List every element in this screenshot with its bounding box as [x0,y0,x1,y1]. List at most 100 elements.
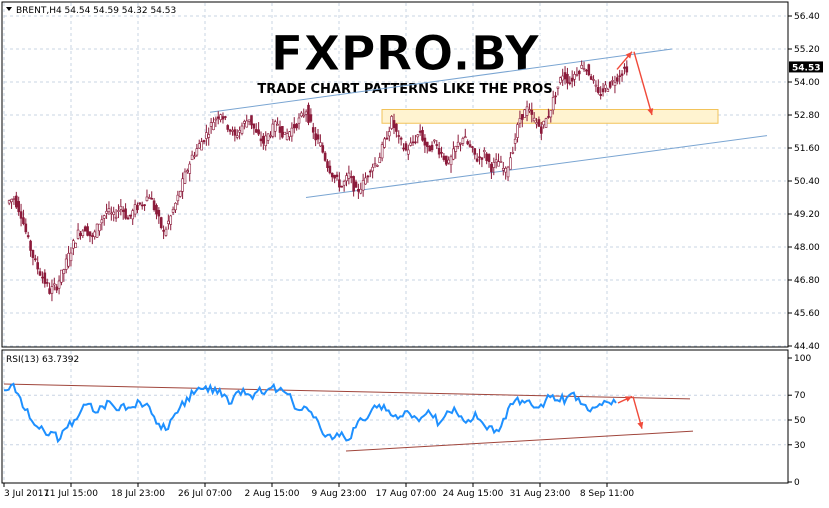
candle-body [428,145,431,152]
symbol-ohlc: BRENT,H4 54.54 54.59 54.32 54.53 [16,6,176,16]
candle-body [216,116,220,119]
candle-body [459,143,462,145]
candle-body [404,143,408,151]
candle-body [102,215,106,219]
candle-body [442,155,446,160]
price-tick-label: 51.60 [794,144,820,154]
candle-body [314,133,317,141]
candle-body [582,68,586,70]
candle-body [129,214,132,217]
candle-body [271,123,275,137]
candle-body [266,133,270,141]
candle-body [231,129,234,132]
candle-body [74,242,78,248]
candle-body [573,74,576,80]
candle-body [447,159,450,164]
candle-body [200,141,203,151]
candle-body [15,195,18,208]
candle-body [88,231,92,237]
candle-body [190,154,194,160]
candle-body [67,253,70,267]
candle-body [152,200,156,211]
candle-body [57,280,61,289]
candle-body [349,176,353,178]
candle-body [209,122,213,127]
candle-body [62,269,66,274]
rsi-tick-label: 30 [794,441,806,451]
candle-body [549,110,553,118]
candle-body [535,122,538,125]
price-tick-label: 46.80 [794,276,820,286]
candle-body [302,114,306,117]
candle-body [544,118,548,128]
candle-body [518,118,522,124]
candle-body [397,135,401,137]
candle-body [195,148,199,156]
candle-body [31,249,35,258]
candle-body [523,109,526,118]
current-price-tag: 54.53 [789,61,823,73]
candle-body [64,258,68,270]
candle-body [131,210,135,220]
candle-body [181,178,184,192]
candle-body [197,143,201,149]
candle-body [359,188,363,194]
candle-body [575,74,579,76]
candle-body [547,116,550,118]
candle-body [330,172,334,178]
candle-body [19,211,23,219]
candle-body [608,81,612,88]
candle-body [589,76,593,80]
candle-body [373,163,377,166]
candle-body [138,202,142,205]
candle-body [81,230,85,236]
candle-body [623,66,626,69]
candle-body [354,181,358,188]
candle-body [463,136,467,139]
candle-body [368,170,372,173]
candle-body [133,204,137,215]
candle-body [311,127,315,133]
candle-body [226,125,230,130]
candle-body [186,170,189,173]
candle-body [169,215,173,225]
candle-body [136,205,139,211]
candle-body [214,118,218,121]
candle-body [69,252,73,262]
candle-body [252,123,256,129]
candle-body [497,161,500,167]
candle-body [435,144,439,146]
candle-body [599,94,602,96]
candle-body [328,165,332,174]
candle-body [262,135,265,144]
candle-body [245,120,249,128]
candle-body [148,197,151,199]
candle-body [297,117,301,124]
candle-body [468,144,472,147]
candle-body [316,134,320,140]
candle-body [10,198,13,203]
candle-body [511,152,515,154]
candle-body [159,217,163,228]
candle-body [551,97,555,111]
candle-body [490,163,493,173]
fxpro-watermark: FXPRO.BY TRADE CHART PATTERNS LIKE THE P… [257,26,552,98]
candle-body [264,135,268,146]
candle-body [295,123,298,129]
price-tag-value: 54.53 [792,63,820,73]
candle-body [12,198,16,200]
candle-body [117,210,120,212]
candle-body [319,142,322,147]
candle-body [53,283,56,286]
candle-body [601,88,605,93]
candle-body [283,131,287,135]
candle-body [43,272,47,284]
rsi-tick-label: 50 [794,416,806,426]
price-tick-label: 49.20 [794,210,820,220]
candle-body [309,114,313,122]
candle-body [383,138,386,148]
candle-body [452,148,455,160]
candle-body [233,129,237,136]
price-tick-label: 50.40 [794,177,820,187]
candle-body [554,95,557,98]
